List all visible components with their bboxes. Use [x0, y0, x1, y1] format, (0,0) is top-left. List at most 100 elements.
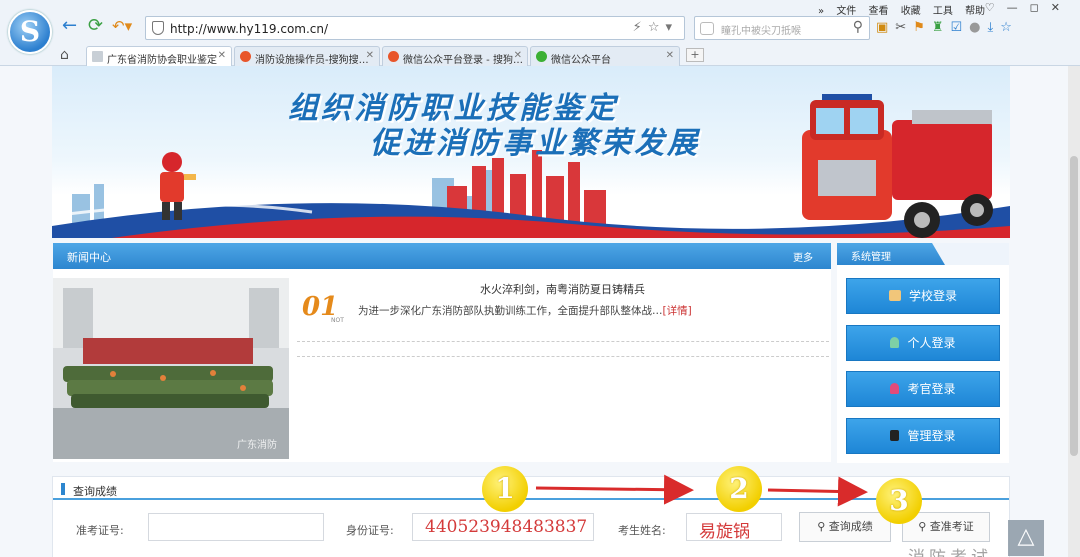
- more-link[interactable]: 更多: [793, 249, 813, 264]
- back-arrow-icon[interactable]: ←: [62, 17, 77, 35]
- query-title: 查询成绩: [73, 485, 117, 498]
- student-name-input[interactable]: 易旋锅: [686, 513, 782, 542]
- id-number-input[interactable]: 440523948483837: [412, 513, 594, 541]
- lock-icon: [890, 430, 900, 441]
- favorite-star-icon[interactable]: ☆: [648, 20, 666, 35]
- close-tab-icon[interactable]: ✕: [218, 50, 226, 61]
- id-number-label: 身份证号:: [346, 524, 394, 537]
- scroll-top-icon[interactable]: △: [1008, 520, 1044, 556]
- school-login-label: 学校登录: [908, 289, 957, 303]
- close-tab-icon[interactable]: ✕: [366, 50, 374, 61]
- admin-login-label: 管理登录: [907, 429, 956, 443]
- close-tab-icon[interactable]: ✕: [666, 50, 674, 61]
- maximize-icon[interactable]: ◻: [1030, 1, 1051, 14]
- banner-headline-2: 促进消防事业繁荣发展: [370, 126, 700, 161]
- new-tab-button[interactable]: +: [686, 48, 704, 62]
- news-center-header: 新闻中心 更多: [53, 243, 831, 269]
- tab-label: 微信公众平台: [551, 55, 611, 66]
- search-icon: ⚲: [918, 520, 930, 533]
- address-bar[interactable]: http://www.hy119.com.cn/ ⚡☆▾: [145, 16, 685, 40]
- photo-caption: 广东消防: [237, 440, 277, 451]
- skin-icon[interactable]: ♡: [985, 1, 1007, 14]
- examiner-login-label: 考官登录: [907, 382, 956, 396]
- game-icon[interactable]: ♜: [932, 20, 951, 35]
- watermark-text: 消防考试: [908, 543, 992, 557]
- dropdown-icon[interactable]: ▾: [665, 20, 678, 35]
- news-number-sub: NOT: [331, 317, 344, 324]
- step-1-badge: 1: [482, 466, 528, 512]
- search-engine-icon[interactable]: [700, 22, 714, 35]
- tab-0[interactable]: 广东省消防协会职业鉴定 ✕: [86, 46, 232, 66]
- circle-icon[interactable]: ●: [969, 20, 987, 35]
- news-summary-text: 为进一步深化广东消防部队执勤训练工作，全面提升部队整体战…: [358, 305, 663, 317]
- search-box[interactable]: 瞳孔中被尖刀抵喉 ⚲: [694, 16, 870, 40]
- admin-login-button[interactable]: 管理登录: [846, 418, 1000, 454]
- student-name-value: 易旋锅: [699, 522, 750, 542]
- examiner-icon: [890, 383, 900, 394]
- tab-2[interactable]: 微信公众平台登录 - 搜狗… ✕: [382, 46, 528, 66]
- lightning-icon[interactable]: ⚡: [633, 20, 648, 35]
- close-window-icon[interactable]: ✕: [1051, 1, 1072, 14]
- toolbar-icons: ▣✂⚑♜☑●⤓☆: [876, 20, 1019, 35]
- page-icon: [92, 51, 103, 62]
- query-ticket-label: 查准考证: [929, 520, 974, 533]
- id-number-value: 440523948483837: [425, 517, 588, 537]
- extension-icon[interactable]: ▣: [876, 20, 895, 35]
- system-management-title: 系统管理: [851, 252, 891, 263]
- bank-icon: [888, 290, 901, 301]
- ticket-number-label: 准考证号:: [76, 524, 124, 537]
- close-tab-icon[interactable]: ✕: [514, 50, 522, 61]
- home-icon[interactable]: ⌂: [60, 47, 69, 63]
- minimize-icon[interactable]: —: [1007, 1, 1030, 14]
- query-score-label: 查询成绩: [828, 520, 873, 533]
- tab-label: 消防设施操作员-搜狗搜…: [255, 55, 369, 66]
- menu-view[interactable]: 查看: [869, 6, 889, 17]
- person-icon: [890, 337, 900, 348]
- url-text[interactable]: http://www.hy119.com.cn/: [170, 22, 328, 36]
- scissors-icon[interactable]: ✂: [895, 20, 913, 35]
- news-headline[interactable]: 水火淬利剑，南粤消防夏日铸精兵: [480, 281, 645, 297]
- menu-expand-icon[interactable]: »: [818, 6, 824, 17]
- security-shield-icon: [152, 21, 164, 35]
- menu-bar: » 文件 查看 收藏 工具 帮助: [818, 2, 994, 17]
- divider: [297, 356, 829, 357]
- scrollbar-thumb[interactable]: [1070, 156, 1078, 456]
- query-score-button[interactable]: ⚲ 查询成绩: [799, 512, 891, 542]
- tab-label: 广东省消防协会职业鉴定: [107, 55, 217, 66]
- personal-login-label: 个人登录: [907, 336, 956, 350]
- favorites-star-icon[interactable]: ☆: [1000, 20, 1019, 35]
- news-center-title: 新闻中心: [67, 251, 111, 264]
- search-icon[interactable]: ⚲: [853, 19, 863, 35]
- menu-favorites[interactable]: 收藏: [901, 6, 921, 17]
- pin-icon[interactable]: ⚑: [913, 20, 932, 35]
- tab-3[interactable]: 微信公众平台 ✕: [530, 46, 680, 66]
- hero-banner: 组织消防职业技能鉴定 促进消防事业繁荣发展: [52, 66, 1010, 238]
- vertical-scrollbar[interactable]: [1068, 66, 1080, 557]
- refresh-icon[interactable]: ⟳: [88, 17, 103, 35]
- system-management-header: 系统管理: [837, 243, 1009, 265]
- header-accent: [61, 483, 65, 495]
- step-3-badge: 3: [876, 478, 922, 524]
- query-header: 查询成绩: [53, 478, 1009, 500]
- tab-1[interactable]: 消防设施操作员-搜狗搜… ✕: [234, 46, 380, 66]
- sogou-icon: [240, 51, 251, 62]
- menu-tools[interactable]: 工具: [933, 6, 953, 17]
- sogou-icon: [388, 51, 399, 62]
- school-login-button[interactable]: 学校登录: [846, 278, 1000, 314]
- browser-chrome: S ← ⟳ ↶▾ http://www.hy119.com.cn/ ⚡☆▾ 瞳孔…: [0, 0, 1080, 66]
- wechat-icon: [536, 51, 547, 62]
- menu-help[interactable]: 帮助: [965, 6, 985, 17]
- news-photo[interactable]: 广东消防: [53, 278, 289, 459]
- undo-icon[interactable]: ↶▾: [112, 18, 132, 34]
- examiner-login-button[interactable]: 考官登录: [846, 371, 1000, 407]
- detail-link[interactable]: [详情]: [663, 305, 692, 317]
- student-name-label: 考生姓名:: [618, 524, 666, 537]
- search-placeholder: 瞳孔中被尖刀抵喉: [721, 26, 801, 37]
- translate-icon[interactable]: ☑: [951, 20, 970, 35]
- personal-login-button[interactable]: 个人登录: [846, 325, 1000, 361]
- ticket-number-input[interactable]: [148, 513, 324, 541]
- menu-file[interactable]: 文件: [836, 6, 856, 17]
- download-icon[interactable]: ⤓: [988, 20, 1001, 35]
- news-summary: 为进一步深化广东消防部队执勤训练工作，全面提升部队整体战…[详情]: [358, 303, 692, 318]
- address-actions: ⚡☆▾: [633, 20, 678, 35]
